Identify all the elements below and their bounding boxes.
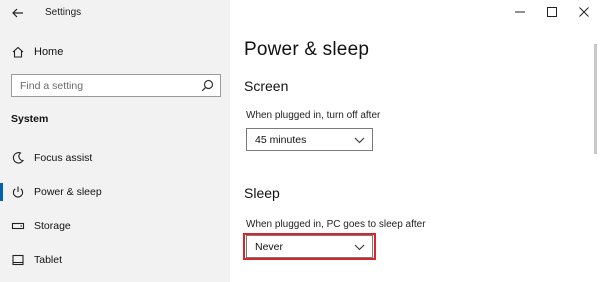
close-icon: [579, 7, 589, 17]
search-input[interactable]: [12, 75, 192, 96]
tablet-icon: [12, 254, 24, 266]
minimize-button[interactable]: [504, 0, 536, 24]
page-title: Power & sleep: [244, 39, 370, 60]
home-icon: [12, 46, 24, 58]
sidebar-item-storage[interactable]: Storage: [0, 214, 230, 238]
sleep-plugged-in-label: When plugged in, PC goes to sleep after: [246, 219, 426, 230]
sidebar-item-label: Home: [34, 46, 64, 58]
moon-icon: [12, 152, 24, 164]
screen-timeout-dropdown[interactable]: 45 minutes: [246, 128, 373, 151]
sleep-heading: Sleep: [244, 185, 280, 201]
main-content: Power & sleep Screen When plugged in, tu…: [230, 0, 600, 282]
screen-plugged-in-label: When plugged in, turn off after: [246, 110, 381, 121]
minimize-icon: [515, 11, 525, 13]
title-bar: Settings: [0, 0, 230, 28]
window-controls: [504, 0, 600, 26]
search-icon[interactable]: [201, 79, 214, 92]
sidebar-item-focus-assist[interactable]: Focus assist: [0, 146, 230, 170]
app-title: Settings: [45, 7, 82, 18]
scrollbar[interactable]: [594, 44, 597, 154]
power-icon: [12, 186, 24, 198]
highlight-box: [243, 233, 376, 260]
search-box[interactable]: [11, 74, 221, 97]
chevron-down-icon: [354, 137, 365, 144]
close-button[interactable]: [568, 0, 600, 24]
sidebar-item-label: Tablet: [34, 254, 63, 266]
sidebar-item-tablet[interactable]: Tablet: [0, 248, 230, 272]
sidebar-item-label: Focus assist: [34, 152, 93, 164]
maximize-icon: [547, 7, 557, 17]
sidebar-item-label: Power & sleep: [34, 186, 102, 198]
dropdown-value: 45 minutes: [255, 134, 307, 146]
sidebar-item-power-sleep[interactable]: Power & sleep: [0, 180, 230, 204]
maximize-button[interactable]: [536, 0, 568, 24]
sidebar-item-label: Storage: [34, 220, 71, 232]
sidebar-item-home[interactable]: Home: [0, 42, 230, 64]
screen-heading: Screen: [244, 78, 289, 94]
storage-icon: [11, 222, 25, 230]
section-heading: System: [11, 113, 49, 125]
sidebar: Settings Home System Focus assist Power …: [0, 0, 230, 282]
back-button[interactable]: [9, 5, 27, 21]
active-indicator: [0, 183, 3, 201]
arrow-left-icon: [12, 8, 23, 18]
